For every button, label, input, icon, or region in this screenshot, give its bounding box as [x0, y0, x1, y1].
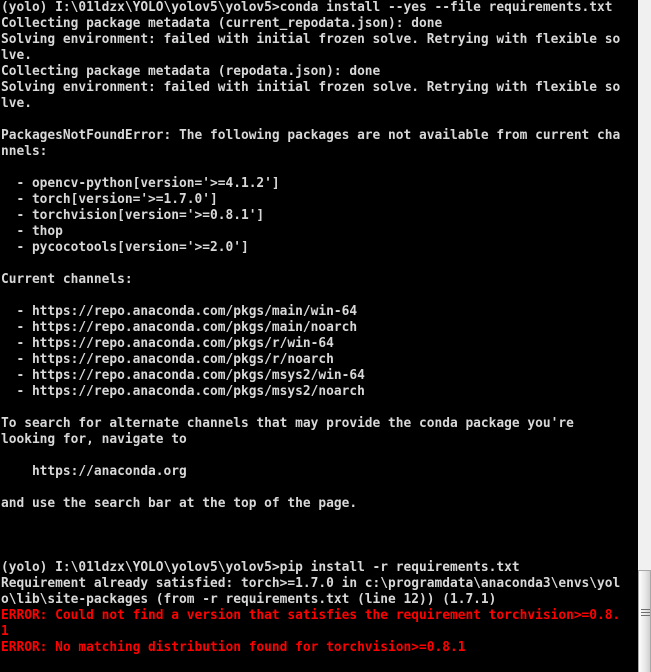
terminal-line: - https://repo.anaconda.com/pkgs/msys2/n… [0, 384, 365, 399]
terminal-line: Current channels: [0, 272, 133, 287]
terminal-error-line: ERROR: No matching distribution found fo… [0, 640, 466, 655]
terminal-line: Requirement already satisfied: torch>=1.… [0, 576, 621, 591]
terminal-error-line: ERROR: Could not find a version that sat… [0, 608, 621, 623]
terminal-line: nnels: [0, 144, 48, 159]
scrollbar-track[interactable] [638, 0, 651, 672]
vertical-scrollbar[interactable] [637, 0, 651, 672]
terminal-line: https://anaconda.org [0, 464, 187, 479]
terminal-line: lve. [0, 48, 32, 63]
terminal-line: Collecting package metadata (repodata.js… [0, 64, 381, 79]
terminal-line: - https://repo.anaconda.com/pkgs/main/no… [0, 320, 358, 335]
terminal-error-line: 1 [0, 624, 9, 639]
terminal-line: looking for, navigate to [0, 432, 187, 447]
scrollbar-thumb-grip-icon [641, 609, 650, 617]
terminal-line: Solving environment: failed with initial… [0, 32, 621, 47]
terminal-line: PackagesNotFoundError: The following pac… [0, 128, 621, 143]
terminal-line: - torch[version='>=1.7.0'] [0, 192, 218, 207]
terminal-output[interactable]: (yolo) I:\01ldzx\YOLO\yolov5\yolov5>cond… [0, 0, 637, 672]
terminal-line: - https://repo.anaconda.com/pkgs/msys2/w… [0, 368, 365, 383]
terminal-line: - https://repo.anaconda.com/pkgs/main/wi… [0, 304, 358, 319]
terminal-line: o\lib\site-packages (from -r requirement… [0, 592, 497, 607]
terminal-line: - https://repo.anaconda.com/pkgs/r/noarc… [0, 352, 334, 367]
console-window: (yolo) I:\01ldzx\YOLO\yolov5\yolov5>cond… [0, 0, 651, 672]
terminal-line: Collecting package metadata (current_rep… [0, 16, 443, 31]
terminal-line: (yolo) I:\01ldzx\YOLO\yolov5\yolov5>cond… [0, 0, 613, 15]
terminal-line: and use the search bar at the top of the… [0, 496, 358, 511]
terminal-line: - thop [0, 224, 63, 239]
terminal-line: - pycocotools[version='>=2.0'] [0, 240, 249, 255]
terminal-line: - https://repo.anaconda.com/pkgs/r/win-6… [0, 336, 334, 351]
terminal-line: lve. [0, 96, 32, 111]
terminal-line: To search for alternate channels that ma… [0, 416, 574, 431]
terminal-line: Solving environment: failed with initial… [0, 80, 621, 95]
scrollbar-thumb[interactable] [638, 570, 651, 672]
terminal-line: - opencv-python[version='>=4.1.2'] [0, 176, 280, 191]
terminal-line: - torchvision[version='>=0.8.1'] [0, 208, 265, 223]
terminal-line: (yolo) I:\01ldzx\YOLO\yolov5\yolov5>pip … [0, 560, 520, 575]
